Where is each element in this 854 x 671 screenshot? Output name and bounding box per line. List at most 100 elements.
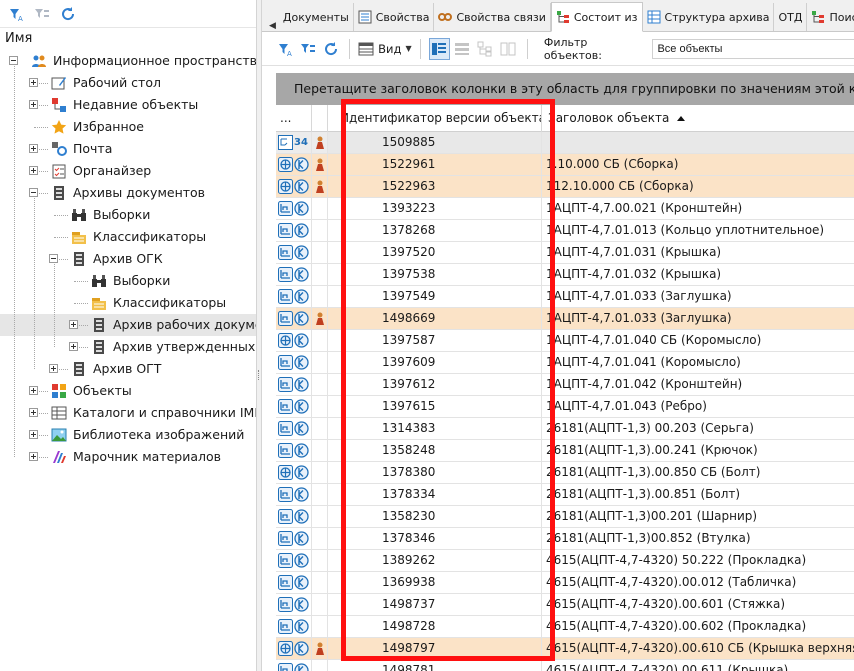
tree-node[interactable]: Архив ОГТ: [0, 358, 256, 380]
part-icon: [278, 421, 293, 436]
table-row[interactable]: 1369938 4615(АЦПТ-4,7-4320).00.012 (Табли…: [276, 572, 854, 594]
filter-icon[interactable]: A: [274, 38, 295, 60]
part-icon: [278, 289, 293, 304]
view-tree-icon[interactable]: [475, 38, 496, 60]
tab-свойства[interactable]: Свойства: [354, 3, 435, 31]
object-filter-input[interactable]: [652, 38, 854, 59]
tree-node[interactable]: Архивы документов: [0, 182, 256, 204]
collapse-icon[interactable]: [9, 56, 18, 65]
filter-tree-icon[interactable]: [31, 3, 53, 25]
tree-node[interactable]: Архив утвержденных д: [0, 336, 256, 358]
table-row[interactable]: 1498781 4615(АЦПТ-4,7-4320).00.611 (Крышк…: [276, 660, 854, 671]
tree-node[interactable]: Объекты: [0, 380, 256, 402]
object-title-cell: 26181(АЦПТ-1,3).00.851 (Болт): [546, 487, 741, 501]
tree-node[interactable]: Выборки: [0, 204, 256, 226]
table-row[interactable]: 1498737 4615(АЦПТ-4,7-4320).00.601 (Стяжк…: [276, 594, 854, 616]
group-by-area[interactable]: Перетащите заголовок колонки в эту облас…: [276, 73, 854, 105]
expand-icon[interactable]: [69, 320, 78, 329]
tab-label: Поиск: [829, 10, 854, 24]
tree-node[interactable]: Недавние объекты: [0, 94, 256, 116]
object-title-cell: 1АЦПТ-4,7.01.032 (Крышка): [546, 267, 722, 281]
tree-node[interactable]: Рабочий стол: [0, 72, 256, 94]
tree-node[interactable]: Архив рабочих докуме: [0, 314, 256, 336]
column-header-title[interactable]: Заголовок объекта: [542, 105, 854, 132]
column-header-version-id-label: Идентификатор версии объекта: [340, 111, 542, 125]
column-header-version-id[interactable]: Идентификатор версии объекта: [328, 105, 542, 132]
table-row[interactable]: 1397520 1АЦПТ-4,7.01.031 (Крышка): [276, 242, 854, 264]
column-chooser-button[interactable]: ...: [276, 105, 312, 132]
archive-structure-icon: [647, 10, 661, 24]
table-row[interactable]: 1389262 4615(АЦПТ-4,7-4320) 50.222 (Прокл…: [276, 550, 854, 572]
table-row[interactable]: 1397538 1АЦПТ-4,7.01.032 (Крышка): [276, 264, 854, 286]
tree-node[interactable]: Избранное: [0, 116, 256, 138]
group-row[interactable]: 34 1509885: [276, 132, 854, 154]
table-row[interactable]: 1498669 1АЦПТ-4,7.01.033 (Заглушка): [276, 308, 854, 330]
view-details-icon[interactable]: [428, 37, 450, 60]
expand-icon[interactable]: [29, 452, 38, 461]
version-id-cell: 1397609: [328, 352, 542, 373]
collapse-icon[interactable]: [29, 188, 38, 197]
tree-node[interactable]: Каталоги и справочники IMBA: [0, 402, 256, 424]
table-row[interactable]: 1314383 26181(АЦПТ-1,3) 00.203 (Серьга): [276, 418, 854, 440]
view-list-icon[interactable]: [452, 38, 473, 60]
tabs-scroll-left-icon[interactable]: ◀: [266, 21, 279, 31]
tab-отд[interactable]: ОТД: [774, 3, 808, 31]
tree-node[interactable]: Информационное пространство: [0, 50, 256, 72]
tab-поиск[interactable]: Поиск: [807, 3, 854, 31]
table-row[interactable]: 1393223 1АЦПТ-4,7.00.021 (Кронштейн): [276, 198, 854, 220]
expand-icon[interactable]: [29, 144, 38, 153]
expand-icon[interactable]: [29, 430, 38, 439]
refresh-icon[interactable]: [57, 3, 79, 25]
table-row[interactable]: 1378346 26181(АЦПТ-1,3)00.852 (Втулка): [276, 528, 854, 550]
assembly-icon: [278, 179, 293, 194]
table-row[interactable]: 1378334 26181(АЦПТ-1,3).00.851 (Болт): [276, 484, 854, 506]
tree-node[interactable]: Органайзер: [0, 160, 256, 182]
link-properties-icon: [438, 10, 453, 24]
object-title-cell: 26181(АЦПТ-1,3)00.852 (Втулка): [546, 531, 751, 545]
view-columns-icon[interactable]: [498, 38, 519, 60]
tree-node-label: Классификаторы: [93, 229, 207, 244]
object-title-cell: 1АЦПТ-4,7.01.013 (Кольцо уплотнительное): [546, 223, 825, 237]
column-header-status[interactable]: [312, 105, 328, 132]
part-icon: [278, 487, 293, 502]
table-row[interactable]: 1397612 1АЦПТ-4,7.01.042 (Кронштейн): [276, 374, 854, 396]
table-row[interactable]: 1498728 4615(АЦПТ-4,7-4320).00.602 (Прокл…: [276, 616, 854, 638]
table-row[interactable]: 1522963 112.10.000 СБ (Сборка): [276, 176, 854, 198]
object-title-cell: 1АЦПТ-4,7.01.033 (Заглушка): [546, 289, 732, 303]
expand-icon[interactable]: [49, 364, 58, 373]
expand-icon[interactable]: [29, 386, 38, 395]
tab-структура-архива[interactable]: Структура архива: [643, 3, 775, 31]
tree-node[interactable]: Классификаторы: [0, 292, 256, 314]
refresh-icon[interactable]: [320, 38, 341, 60]
table-row[interactable]: 1378268 1АЦПТ-4,7.01.013 (Кольцо уплотнит…: [276, 220, 854, 242]
tree-node[interactable]: Библиотека изображений: [0, 424, 256, 446]
collapse-icon[interactable]: [49, 254, 58, 263]
tree-node[interactable]: Почта: [0, 138, 256, 160]
tab-свойства-связи[interactable]: Свойства связи: [434, 3, 551, 31]
table-row[interactable]: 1397587 1АЦПТ-4,7.01.040 СБ (Коромысло): [276, 330, 854, 352]
table-row[interactable]: 1397615 1АЦПТ-4,7.01.043 (Ребро): [276, 396, 854, 418]
tree-node[interactable]: Архив ОГК: [0, 248, 256, 270]
expand-icon[interactable]: [29, 78, 38, 87]
tab-strip: ◀ Документы Свойства Свойства связи Состоит…: [262, 0, 854, 32]
tree-node[interactable]: Классификаторы: [0, 226, 256, 248]
filter-tree-icon[interactable]: [297, 38, 318, 60]
filter-icon[interactable]: A: [5, 3, 27, 25]
table-row[interactable]: 1397609 1АЦПТ-4,7.01.041 (Коромысло): [276, 352, 854, 374]
table-row[interactable]: 1498797 4615(АЦПТ-4,7-4320).00.610 СБ (Кр…: [276, 638, 854, 660]
table-row[interactable]: 1378380 26181(АЦПТ-1,3).00.850 СБ (Болт): [276, 462, 854, 484]
expand-icon[interactable]: [29, 100, 38, 109]
tree-node[interactable]: Марочник материалов: [0, 446, 256, 468]
expand-icon[interactable]: [29, 408, 38, 417]
view-menu-button[interactable]: Вид ▼: [358, 41, 412, 57]
tab-состоит-из[interactable]: Состоит из: [550, 2, 643, 32]
table-row[interactable]: 1358230 26181(АЦПТ-1,3)00.201 (Шарнир): [276, 506, 854, 528]
expand-icon[interactable]: [29, 166, 38, 175]
tab-документы[interactable]: Документы: [279, 3, 354, 31]
table-row[interactable]: 1522961 1.10.000 СБ (Сборка): [276, 154, 854, 176]
expand-icon[interactable]: [69, 342, 78, 351]
version-id-cell: 1378334: [328, 484, 542, 505]
tree-node[interactable]: Выборки: [0, 270, 256, 292]
table-row[interactable]: 1397549 1АЦПТ-4,7.01.033 (Заглушка): [276, 286, 854, 308]
table-row[interactable]: 1358248 26181(АЦПТ-1,3).00.241 (Крючок): [276, 440, 854, 462]
